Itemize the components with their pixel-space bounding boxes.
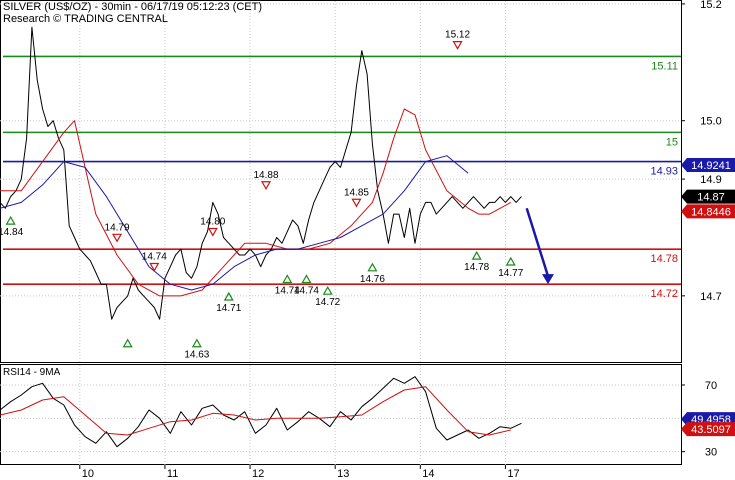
swing-low-label: 14.72 (315, 297, 340, 308)
swing-high-label: 14.80 (200, 216, 225, 227)
level-label: 15.11 (651, 60, 678, 72)
swing-low-label: 14.74 (294, 286, 319, 297)
chart-canvas: 15.111514.9314.7814.72 14.84 14.7914.7414… (0, 0, 735, 480)
swing-high-label: 14.88 (254, 170, 279, 181)
swing-high-marker (351, 198, 362, 208)
swing-low-marker (223, 291, 234, 301)
forecast-arrow-head (541, 274, 554, 285)
level-label: 14.72 (650, 288, 678, 300)
swing-low-marker (282, 274, 293, 284)
swing-low-marker (367, 262, 378, 272)
level-label: 14.93 (650, 166, 678, 178)
swing-high-marker (452, 41, 463, 50)
price-panel-frame (0, 0, 682, 363)
rsi-tag-label: 43.5097 (691, 424, 731, 436)
price-tag-label: 14.9241 (691, 160, 731, 172)
chart-subtitle: Research © TRADING CENTRAL (3, 13, 168, 25)
swing-low-label: 14.78 (464, 262, 489, 273)
x-tick-label: 12 (252, 468, 264, 480)
swing-high-marker (112, 233, 123, 243)
swing-low-label: 14.77 (498, 268, 523, 279)
axes: 14.714.915.015.2305070101112131417 (79, 0, 722, 480)
series-ma-red (0, 108, 512, 297)
x-tick-label: 14 (422, 468, 434, 480)
forecast-arrow-line (525, 207, 550, 277)
price-tick-label: 15.0 (700, 116, 721, 128)
swing-high-label: 15.12 (445, 30, 470, 41)
swing-high-label: 14.74 (142, 252, 167, 263)
swing-high-marker (207, 227, 218, 237)
swing-annotations: 14.84 14.79 14.74 14.63 14.80 14.71 14.88 14.74… (0, 30, 554, 361)
swing-low-marker (5, 215, 16, 225)
rsi-panel-frame (0, 364, 682, 465)
swing-low-label: 14.76 (360, 274, 385, 285)
swing-high-label: 14.79 (105, 222, 130, 233)
swing-low-marker (301, 274, 312, 284)
price-tick-label: 14.9 (700, 174, 721, 186)
swing-low-marker (191, 338, 202, 348)
swing-high-marker (260, 181, 272, 190)
grid-lines (0, 1, 681, 465)
swing-high-marker (149, 262, 160, 272)
chart-title: SILVER (US$/OZ) - 30min - 06/17/19 05:12… (3, 1, 263, 13)
level-label: 14.78 (650, 253, 678, 265)
series-lines (0, 26, 522, 448)
swing-low-label: 14.63 (184, 350, 209, 361)
swing-high-label: 14.85 (344, 187, 369, 198)
rsi-tick-label: 30 (705, 447, 717, 459)
price-tick-label: 15.2 (700, 0, 721, 11)
x-tick-label: 10 (82, 468, 94, 480)
rsi-panel-title: RSI14 - 9MA (3, 367, 61, 378)
series-rsi (0, 376, 522, 448)
support-resistance-levels: 15.11 15 14.93 14.78 14.72 (3, 55, 681, 300)
price-tick-label: 14.7 (700, 291, 721, 303)
x-tick-label: 11 (167, 468, 178, 480)
swing-low-marker (505, 256, 516, 266)
price-tag-label: 14.8446 (691, 206, 731, 218)
x-tick-label: 13 (337, 468, 349, 480)
swing-low-label: 14.71 (216, 303, 241, 314)
swing-low-marker (322, 285, 333, 295)
series-ma-blue (0, 155, 469, 291)
swing-low-marker (471, 250, 482, 260)
rsi-tick-label: 70 (705, 380, 717, 392)
x-tick-label: 17 (507, 468, 519, 480)
level-label: 15 (666, 136, 678, 148)
swing-low-marker (122, 338, 133, 348)
price-tag-label: 14.87 (697, 192, 725, 204)
swing-low-label: 14.84 (0, 227, 24, 238)
